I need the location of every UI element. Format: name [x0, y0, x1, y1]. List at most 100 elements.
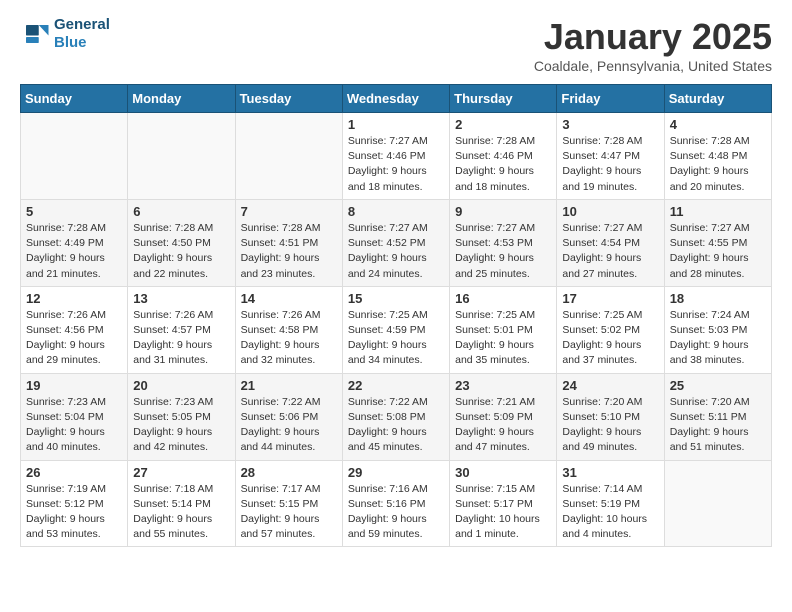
day-info: Sunrise: 7:24 AM Sunset: 5:03 PM Dayligh… [670, 308, 766, 369]
day-number: 17 [562, 291, 658, 306]
calendar-cell: 15 Sunrise: 7:25 AM Sunset: 4:59 PM Dayli… [342, 286, 449, 373]
weekday-header-friday: Friday [557, 85, 664, 113]
calendar-cell: 27 Sunrise: 7:18 AM Sunset: 5:14 PM Dayli… [128, 460, 235, 547]
week-row-0: 1 Sunrise: 7:27 AM Sunset: 4:46 PM Daylig… [21, 113, 772, 200]
day-info: Sunrise: 7:16 AM Sunset: 5:16 PM Dayligh… [348, 482, 444, 543]
day-info: Sunrise: 7:28 AM Sunset: 4:47 PM Dayligh… [562, 134, 658, 195]
calendar-cell: 7 Sunrise: 7:28 AM Sunset: 4:51 PM Daylig… [235, 199, 342, 286]
weekday-header-row: SundayMondayTuesdayWednesdayThursdayFrid… [21, 85, 772, 113]
weekday-header-wednesday: Wednesday [342, 85, 449, 113]
calendar-cell: 1 Sunrise: 7:27 AM Sunset: 4:46 PM Daylig… [342, 113, 449, 200]
day-info: Sunrise: 7:25 AM Sunset: 5:02 PM Dayligh… [562, 308, 658, 369]
day-info: Sunrise: 7:27 AM Sunset: 4:52 PM Dayligh… [348, 221, 444, 282]
day-info: Sunrise: 7:21 AM Sunset: 5:09 PM Dayligh… [455, 395, 551, 456]
day-number: 1 [348, 117, 444, 132]
day-number: 18 [670, 291, 766, 306]
day-info: Sunrise: 7:22 AM Sunset: 5:06 PM Dayligh… [241, 395, 337, 456]
calendar-cell [21, 113, 128, 200]
day-number: 28 [241, 465, 337, 480]
day-info: Sunrise: 7:23 AM Sunset: 5:05 PM Dayligh… [133, 395, 229, 456]
day-number: 10 [562, 204, 658, 219]
day-info: Sunrise: 7:27 AM Sunset: 4:54 PM Dayligh… [562, 221, 658, 282]
day-info: Sunrise: 7:14 AM Sunset: 5:19 PM Dayligh… [562, 482, 658, 543]
day-number: 27 [133, 465, 229, 480]
day-info: Sunrise: 7:15 AM Sunset: 5:17 PM Dayligh… [455, 482, 551, 543]
calendar-cell: 28 Sunrise: 7:17 AM Sunset: 5:15 PM Dayli… [235, 460, 342, 547]
calendar-header: SundayMondayTuesdayWednesdayThursdayFrid… [21, 85, 772, 113]
day-number: 31 [562, 465, 658, 480]
day-number: 16 [455, 291, 551, 306]
calendar-cell [128, 113, 235, 200]
calendar-cell: 26Sunrise: 7:19 AM Sunset: 5:12 PM Dayli… [21, 460, 128, 547]
day-number: 23 [455, 378, 551, 393]
calendar-table: SundayMondayTuesdayWednesdayThursdayFrid… [20, 84, 772, 547]
day-info: Sunrise: 7:25 AM Sunset: 5:01 PM Dayligh… [455, 308, 551, 369]
day-number: 13 [133, 291, 229, 306]
week-row-1: 5 Sunrise: 7:28 AM Sunset: 4:49 PM Daylig… [21, 199, 772, 286]
day-number: 9 [455, 204, 551, 219]
day-info: Sunrise: 7:28 AM Sunset: 4:50 PM Dayligh… [133, 221, 229, 282]
calendar-cell: 30 Sunrise: 7:15 AM Sunset: 5:17 PM Dayli… [450, 460, 557, 547]
weekday-header-tuesday: Tuesday [235, 85, 342, 113]
calendar-cell: 21Sunrise: 7:22 AM Sunset: 5:06 PM Dayli… [235, 373, 342, 460]
calendar-cell: 24 Sunrise: 7:20 AM Sunset: 5:10 PM Dayli… [557, 373, 664, 460]
logo-text-line1: General [54, 16, 110, 34]
day-info: Sunrise: 7:26 AM Sunset: 4:58 PM Dayligh… [241, 308, 337, 369]
calendar-cell: 23 Sunrise: 7:21 AM Sunset: 5:09 PM Dayli… [450, 373, 557, 460]
day-info: Sunrise: 7:20 AM Sunset: 5:11 PM Dayligh… [670, 395, 766, 456]
day-number: 30 [455, 465, 551, 480]
calendar-cell: 11Sunrise: 7:27 AM Sunset: 4:55 PM Dayli… [664, 199, 771, 286]
day-number: 26 [26, 465, 122, 480]
day-info: Sunrise: 7:27 AM Sunset: 4:46 PM Dayligh… [348, 134, 444, 195]
calendar-cell: 9 Sunrise: 7:27 AM Sunset: 4:53 PM Daylig… [450, 199, 557, 286]
week-row-4: 26Sunrise: 7:19 AM Sunset: 5:12 PM Dayli… [21, 460, 772, 547]
day-info: Sunrise: 7:27 AM Sunset: 4:53 PM Dayligh… [455, 221, 551, 282]
page-container: General Blue January 2025 Coaldale, Penn… [0, 0, 792, 563]
day-info: Sunrise: 7:18 AM Sunset: 5:14 PM Dayligh… [133, 482, 229, 543]
calendar-cell: 2Sunrise: 7:28 AM Sunset: 4:46 PM Daylig… [450, 113, 557, 200]
logo-icon [20, 19, 50, 49]
day-info: Sunrise: 7:22 AM Sunset: 5:08 PM Dayligh… [348, 395, 444, 456]
week-row-2: 12Sunrise: 7:26 AM Sunset: 4:56 PM Dayli… [21, 286, 772, 373]
day-number: 4 [670, 117, 766, 132]
title-block: January 2025 Coaldale, Pennsylvania, Uni… [534, 16, 772, 74]
weekday-header-monday: Monday [128, 85, 235, 113]
day-number: 15 [348, 291, 444, 306]
page-header: General Blue January 2025 Coaldale, Penn… [20, 16, 772, 74]
day-number: 11 [670, 204, 766, 219]
day-info: Sunrise: 7:28 AM Sunset: 4:51 PM Dayligh… [241, 221, 337, 282]
calendar-cell: 20 Sunrise: 7:23 AM Sunset: 5:05 PM Dayli… [128, 373, 235, 460]
day-info: Sunrise: 7:23 AM Sunset: 5:04 PM Dayligh… [26, 395, 122, 456]
calendar-cell: 14 Sunrise: 7:26 AM Sunset: 4:58 PM Dayli… [235, 286, 342, 373]
calendar-cell: 5 Sunrise: 7:28 AM Sunset: 4:49 PM Daylig… [21, 199, 128, 286]
day-number: 24 [562, 378, 658, 393]
calendar-cell: 12Sunrise: 7:26 AM Sunset: 4:56 PM Dayli… [21, 286, 128, 373]
day-number: 5 [26, 204, 122, 219]
day-info: Sunrise: 7:25 AM Sunset: 4:59 PM Dayligh… [348, 308, 444, 369]
calendar-cell: 13Sunrise: 7:26 AM Sunset: 4:57 PM Dayli… [128, 286, 235, 373]
calendar-cell: 22Sunrise: 7:22 AM Sunset: 5:08 PM Dayli… [342, 373, 449, 460]
week-row-3: 19 Sunrise: 7:23 AM Sunset: 5:04 PM Dayli… [21, 373, 772, 460]
calendar-cell: 4Sunrise: 7:28 AM Sunset: 4:48 PM Daylig… [664, 113, 771, 200]
day-number: 29 [348, 465, 444, 480]
calendar-cell: 10 Sunrise: 7:27 AM Sunset: 4:54 PM Dayli… [557, 199, 664, 286]
day-number: 14 [241, 291, 337, 306]
day-number: 6 [133, 204, 229, 219]
day-info: Sunrise: 7:28 AM Sunset: 4:49 PM Dayligh… [26, 221, 122, 282]
calendar-cell: 31 Sunrise: 7:14 AM Sunset: 5:19 PM Dayli… [557, 460, 664, 547]
day-info: Sunrise: 7:17 AM Sunset: 5:15 PM Dayligh… [241, 482, 337, 543]
logo: General Blue [20, 16, 110, 52]
day-number: 7 [241, 204, 337, 219]
day-info: Sunrise: 7:20 AM Sunset: 5:10 PM Dayligh… [562, 395, 658, 456]
calendar-cell: 19 Sunrise: 7:23 AM Sunset: 5:04 PM Dayli… [21, 373, 128, 460]
calendar-cell: 17 Sunrise: 7:25 AM Sunset: 5:02 PM Dayli… [557, 286, 664, 373]
day-number: 19 [26, 378, 122, 393]
day-number: 3 [562, 117, 658, 132]
day-number: 25 [670, 378, 766, 393]
weekday-header-sunday: Sunday [21, 85, 128, 113]
day-number: 20 [133, 378, 229, 393]
month-title: January 2025 [534, 16, 772, 58]
day-number: 8 [348, 204, 444, 219]
day-info: Sunrise: 7:26 AM Sunset: 4:56 PM Dayligh… [26, 308, 122, 369]
calendar-cell [235, 113, 342, 200]
